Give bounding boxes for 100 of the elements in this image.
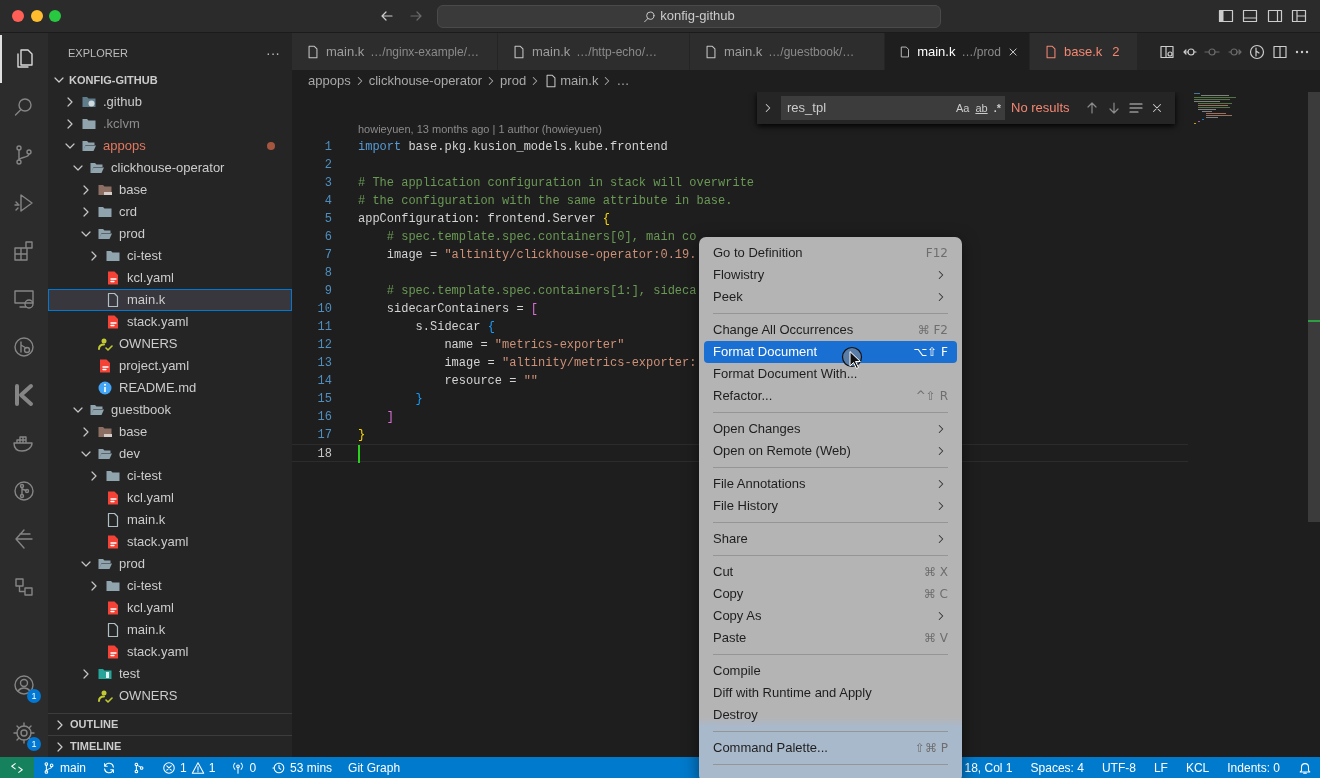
tree-item[interactable]: base	[48, 179, 292, 201]
menu-item[interactable]: Destroy	[704, 704, 957, 726]
menu-item[interactable]: File Annotations	[704, 473, 957, 495]
editor-tab[interactable]: main.k …/prod	[885, 33, 1030, 70]
breadcrumb-item[interactable]: prod	[500, 71, 527, 91]
breadcrumb-item[interactable]: appops	[308, 71, 351, 91]
tree-item[interactable]: .kclvm	[48, 113, 292, 135]
tree-item[interactable]: main.k	[48, 509, 292, 531]
scrollbar-thumb[interactable]	[1308, 92, 1320, 522]
indents-indicator[interactable]: Indents: 0	[1219, 758, 1288, 777]
menu-item[interactable]: Flowistry	[704, 264, 957, 286]
remote-monitor-icon[interactable]	[12, 287, 36, 311]
command-center-search[interactable]: konfig-github	[437, 4, 941, 28]
menu-item[interactable]: Copy As	[704, 605, 957, 627]
menu-item[interactable]: Share	[704, 528, 957, 550]
section-header[interactable]: OUTLINE	[48, 713, 292, 735]
split-editor-icon[interactable]	[1271, 43, 1288, 60]
line-ending-selector[interactable]: LF	[1145, 758, 1176, 777]
tree-item[interactable]: project.yaml	[48, 355, 292, 377]
editor-tab[interactable]: main.k …/guestbook/…	[690, 33, 885, 70]
problems-indicator[interactable]: 1 1	[154, 758, 224, 777]
tree-item[interactable]: test	[48, 663, 292, 685]
panel-toggle-icon[interactable]	[1241, 8, 1259, 24]
git-graph-icon[interactable]	[132, 760, 146, 775]
menu-item[interactable]: Diff with Runtime and Apply	[704, 682, 957, 704]
tree-item[interactable]: prod	[48, 223, 292, 245]
menu-item[interactable]: Cut ⌘ X	[704, 561, 957, 583]
menu-item[interactable]: Change All Occurrences ⌘ F2	[704, 319, 957, 341]
sidebar-toggle-icon[interactable]	[1216, 8, 1235, 24]
tree-item[interactable]: OWNERS	[48, 685, 292, 707]
menu-item[interactable]: File History	[704, 495, 957, 517]
tree-item[interactable]: ci-test	[48, 575, 292, 597]
menu-item[interactable]: Refactor... ^⇧ R	[704, 385, 957, 407]
tree-item[interactable]: ci-test	[48, 245, 292, 267]
tree-item[interactable]: OWNERS	[48, 333, 292, 355]
tree-item[interactable]: kcl.yaml	[48, 597, 292, 619]
find-option-toggle[interactable]: Aa	[955, 99, 970, 117]
menu-item[interactable]: Open Changes	[704, 418, 957, 440]
tree-item[interactable]: kcl.yaml	[48, 267, 292, 289]
language-selector[interactable]: KCL	[1177, 758, 1218, 777]
breadcrumb-item[interactable]: clickhouse-operator	[368, 71, 483, 91]
tree-item[interactable]: dev	[48, 443, 292, 465]
menu-item[interactable]: Format Document With...	[704, 363, 957, 385]
bell-icon[interactable]	[1298, 760, 1312, 775]
menu-item[interactable]: Command Palette... ⇧⌘ P	[704, 737, 957, 759]
minimize-button[interactable]	[30, 10, 43, 22]
tree-item[interactable]: main.k	[48, 619, 292, 641]
tree-item[interactable]: base	[48, 421, 292, 443]
find-option-toggle[interactable]: .*	[993, 99, 1001, 117]
secondary-sidebar-icon[interactable]	[1265, 8, 1284, 24]
connected-boxes-icon[interactable]	[12, 575, 36, 599]
remote-indicator[interactable]	[0, 757, 34, 778]
find-in-selection-icon[interactable]	[1127, 100, 1144, 116]
sync-icon[interactable]	[102, 760, 116, 775]
tree-item[interactable]: ci-test	[48, 465, 292, 487]
editor-tab[interactable]: main.k …/http-echo/…	[498, 33, 690, 70]
tree-item[interactable]: crd	[48, 201, 292, 223]
breadcrumb-item[interactable]: …	[616, 71, 630, 91]
workspace-header[interactable]: KONFIG-GITHUB	[48, 69, 292, 91]
tree-item[interactable]: stack.yaml	[48, 311, 292, 333]
tree-item[interactable]: clickhouse-operator	[48, 157, 292, 179]
last-commit-indicator[interactable]: 53 mins	[264, 758, 341, 777]
tree-item[interactable]: guestbook	[48, 399, 292, 421]
menu-item[interactable]: Copy ⌘ C	[704, 583, 957, 605]
menu-item[interactable]: Paste ⌘ V	[704, 627, 957, 649]
extensions-icon[interactable]	[12, 239, 36, 263]
tree-item[interactable]: kcl.yaml	[48, 487, 292, 509]
tree-item[interactable]: prod	[48, 553, 292, 575]
find-input[interactable]: res_tpl Aa ab .*	[781, 96, 1005, 120]
tree-item[interactable]: .github	[48, 91, 292, 113]
menu-item[interactable]: Peek	[704, 286, 957, 308]
editor-tab[interactable]: main.k …/nginx-example/…	[292, 33, 498, 70]
tree-item[interactable]: stack.yaml	[48, 641, 292, 663]
git-branch-icon[interactable]	[12, 479, 36, 503]
open-preview-icon[interactable]	[1159, 43, 1175, 60]
tree-item[interactable]: stack.yaml	[48, 531, 292, 553]
menu-item[interactable]: Compile	[704, 660, 957, 682]
menu-item[interactable]: Format Document ⌥⇧ F	[704, 341, 957, 363]
encoding-selector[interactable]: UTF-8	[1093, 758, 1144, 777]
git-graph-button[interactable]: Git Graph	[340, 758, 409, 777]
tree-item[interactable]: README.md	[48, 377, 292, 399]
editor-tab[interactable]: base.k 2	[1030, 33, 1138, 70]
settings-icon[interactable]	[12, 721, 36, 745]
close-button[interactable]	[12, 10, 24, 22]
ports-indicator[interactable]: 0	[223, 758, 265, 777]
branch-indicator[interactable]: main	[34, 758, 94, 777]
k-logo-icon[interactable]	[12, 383, 36, 407]
menu-item[interactable]: Open on Remote (Web)	[704, 440, 957, 462]
indentation-setting[interactable]: Spaces: 4	[1022, 758, 1092, 777]
yaml-file-icon	[105, 644, 121, 660]
account-icon[interactable]	[12, 673, 36, 697]
layout-icon[interactable]	[1290, 8, 1308, 24]
breadcrumb-item[interactable]: main.k	[560, 71, 599, 91]
more-actions-button[interactable]: ···	[266, 42, 280, 64]
find-option-toggle[interactable]: ab	[975, 99, 988, 117]
tree-item[interactable]: appops	[48, 135, 292, 157]
tree-item[interactable]: main.k	[48, 289, 292, 311]
maximize-button[interactable]	[49, 10, 61, 22]
timeline-icon[interactable]	[12, 527, 36, 551]
menu-item[interactable]: Go to Definition F12	[704, 242, 957, 264]
